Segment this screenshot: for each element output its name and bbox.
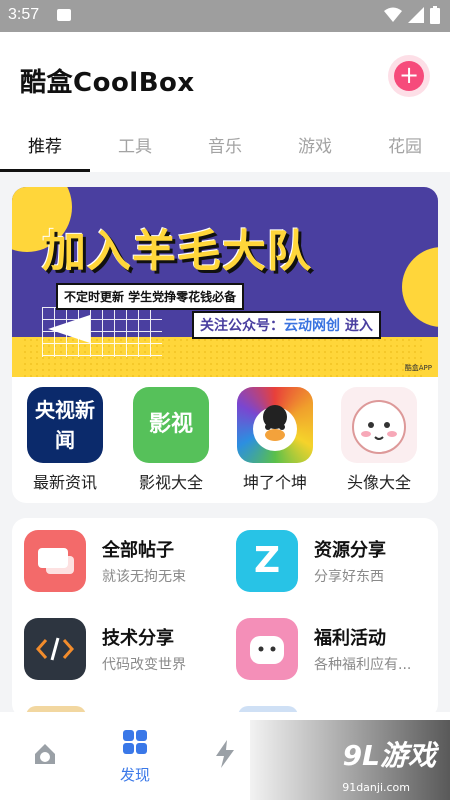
app-avatars[interactable]: 头像大全 [334, 387, 424, 493]
watermark-text: 9L游戏 [342, 739, 436, 772]
feature-title: 资源分享 [314, 540, 386, 561]
ad-tag: 酷盒APP [404, 364, 432, 372]
plus-icon: + [398, 61, 420, 89]
image-notification-icon [57, 9, 71, 21]
feature-subtitle: 就该无拘无束 [102, 569, 186, 585]
status-time: 3:57 [8, 6, 40, 23]
feature-all-posts[interactable]: 全部帖子 就该无拘无束 [24, 530, 224, 600]
banner-subline: 不定时更新 学生党挣零花钱必备 [56, 283, 245, 310]
tab-garden[interactable]: 花园 [360, 132, 450, 157]
megaphone-icon [48, 315, 90, 343]
grid-icon [123, 730, 147, 754]
banner-decor-circle [402, 247, 438, 327]
tab-games[interactable]: 游戏 [270, 132, 360, 157]
tab-music[interactable]: 音乐 [180, 132, 270, 157]
banner-follow: 关注公众号：云动网创 进入 [192, 311, 381, 339]
follow-prefix: 关注公众号： [200, 318, 284, 334]
status-bar: 3:57 [0, 0, 450, 32]
app-movies[interactable]: 影视 影视大全 [126, 387, 216, 493]
app-label: 头像大全 [346, 473, 411, 492]
kun-app-icon [237, 387, 313, 463]
app-kun[interactable]: 坤了个坤 [230, 387, 320, 493]
tab-recommend[interactable]: 推荐 [0, 132, 90, 157]
wifi-icon [384, 7, 402, 22]
news-app-icon: 央视新闻 [27, 387, 103, 463]
app-label: 影视大全 [138, 473, 203, 492]
app-label: 最新资讯 [32, 473, 97, 492]
chick-face-icon [253, 405, 297, 451]
camera-icon [35, 744, 55, 764]
app-news[interactable]: 央视新闻 最新资讯 [20, 387, 110, 493]
promo-banner[interactable]: 加入羊毛大队 不定时更新 学生党挣零花钱必备 关注公众号：云动网创 进入 酷盒A… [12, 187, 438, 377]
feature-title: 技术分享 [102, 628, 174, 649]
sheep-face-icon [352, 400, 406, 454]
feature-title: 福利活动 [314, 628, 386, 649]
feature-subtitle: 各种福利应有... [314, 657, 412, 673]
app-label: 坤了个坤 [242, 473, 307, 492]
movies-app-icon: 影视 [133, 387, 209, 463]
watermark-overlay: 9L游戏 91danji.com [250, 720, 450, 800]
signal-icon [408, 7, 424, 23]
follow-name: 云动网创 [284, 318, 340, 334]
feature-title: 全部帖子 [102, 540, 174, 561]
add-button[interactable]: + [394, 61, 424, 91]
nav-home[interactable] [0, 740, 90, 772]
feature-welfare[interactable]: 福利活动 各种福利应有... [236, 618, 436, 688]
avatar-app-icon [341, 387, 417, 463]
feature-tech-share[interactable]: 技术分享 代码改变世界 [24, 618, 224, 688]
app-title: 酷盒CoolBox [20, 68, 195, 98]
movies-icon-text: 影视 [148, 412, 193, 437]
news-icon-text: 央视新闻 [35, 398, 95, 452]
app-header: 酷盒CoolBox + [0, 32, 450, 122]
tab-bar: 推荐 工具 音乐 游戏 花园 [0, 122, 450, 172]
tab-tools[interactable]: 工具 [90, 132, 180, 157]
code-icon [24, 618, 86, 680]
follow-suffix: 进入 [340, 318, 373, 334]
cute-face-icon [236, 618, 298, 680]
system-icons [384, 6, 440, 24]
feature-resource-share[interactable]: Z 资源分享 分享好东西 [236, 530, 436, 600]
tab-indicator [0, 169, 90, 172]
feature-subtitle: 代码改变世界 [102, 657, 186, 673]
feature-subtitle: 分享好东西 [314, 569, 384, 585]
lightning-icon [216, 740, 234, 768]
app-shortcuts: 央视新闻 最新资讯 影视 影视大全 坤了个坤 头像大全 [12, 377, 438, 503]
nav-discover[interactable]: 发现 [90, 728, 180, 785]
feature-grid: 全部帖子 就该无拘无束 Z 资源分享 分享好东西 技术分享 代码改变世界 福利活… [12, 518, 438, 718]
banner-headline: 加入羊毛大队 [42, 226, 312, 277]
z-logo-icon: Z [236, 530, 298, 592]
chat-bubbles-icon [24, 530, 86, 592]
watermark-url: 91danji.com [342, 781, 410, 794]
battery-icon [430, 6, 440, 24]
nav-discover-label: 发现 [119, 766, 150, 784]
